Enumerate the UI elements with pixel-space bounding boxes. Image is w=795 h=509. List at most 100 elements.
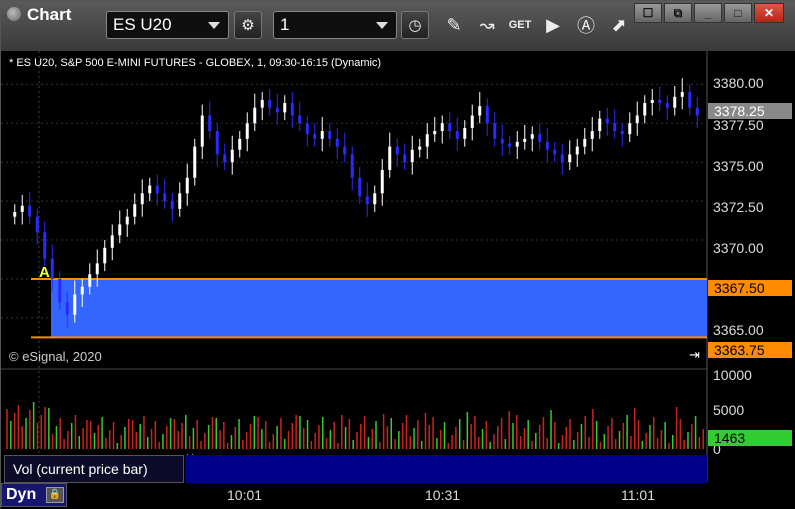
maximize-button[interactable]: □ (724, 3, 752, 23)
candle-body (440, 123, 444, 132)
candle-body (110, 235, 114, 248)
restore-icon: ⧉ (673, 5, 683, 20)
candle-body (410, 149, 414, 163)
candle-body (305, 123, 309, 135)
link-button[interactable]: ⬈ (605, 11, 633, 39)
candle-body (58, 278, 62, 303)
candle-body (658, 99, 662, 104)
price-zone (51, 278, 707, 338)
time-label: 11:01 (621, 487, 655, 503)
candle-body (568, 154, 572, 163)
candle-body (350, 154, 354, 178)
candle-body (560, 154, 564, 163)
time-label: 10:01 (227, 487, 263, 503)
copyright: © eSignal, 2020 (9, 349, 102, 364)
candle-body (193, 146, 197, 178)
candle-body (163, 193, 167, 202)
current-volume-tag: 1463 (708, 430, 792, 446)
volume-legend[interactable]: Vol (current price bar)✕ (4, 451, 195, 483)
candle-body (515, 141, 519, 147)
lock-icon[interactable]: 🔒 (46, 487, 64, 503)
candle-body (223, 154, 227, 163)
candle-body (298, 115, 302, 124)
candle-body (433, 131, 437, 135)
candle-body (35, 216, 39, 233)
candle-body (665, 103, 669, 108)
candle-body (613, 123, 617, 132)
candle-body (208, 115, 212, 132)
settings-button[interactable]: ⚙ (234, 11, 262, 39)
window-title-text: Chart (27, 5, 72, 24)
candle-body (373, 193, 377, 205)
play-button[interactable]: ▶ (539, 11, 567, 39)
candle-body (343, 146, 347, 155)
scroll-to-end-icon[interactable]: ⇥ (689, 347, 700, 363)
candle-body (148, 185, 152, 194)
candle-body (253, 107, 257, 124)
symbol-selector[interactable]: ES U20 (106, 11, 229, 39)
candle-body (103, 247, 107, 264)
interval-selector[interactable]: 1 (273, 11, 397, 39)
candle-body (215, 131, 219, 155)
marker-label: A (39, 264, 50, 281)
candle-body (403, 154, 407, 163)
clock-icon: ◷ (408, 17, 422, 34)
candle-body (365, 196, 369, 205)
price-tick: 3372.50 (713, 199, 764, 215)
candle-body (50, 258, 54, 279)
dynamic-mode-label: Dyn (6, 486, 37, 503)
candle-body (245, 123, 249, 139)
candle-body (605, 118, 609, 124)
pin-button[interactable]: ☐ (634, 3, 662, 23)
zone-low-tag: 3363.75 (708, 342, 792, 358)
candle-body (650, 99, 654, 104)
price-tick: 3370.00 (713, 240, 764, 256)
minimize-icon: _ (704, 6, 712, 20)
candle-body (523, 138, 527, 142)
gear-icon: ⚙ (241, 17, 255, 34)
candle-body (230, 149, 234, 163)
candle-body (335, 138, 339, 147)
time-button[interactable]: ◷ (401, 11, 429, 39)
candle-body (313, 134, 317, 139)
get-button[interactable]: GET (506, 11, 534, 39)
candle-body (380, 169, 384, 194)
candle-body (268, 99, 272, 108)
interval-value: 1 (280, 15, 290, 34)
close-button[interactable]: ✕ (754, 3, 784, 23)
pen-icon: ✎ (446, 14, 462, 35)
alert-icon: Ⓐ (577, 16, 595, 36)
candle-body (493, 123, 497, 139)
candle-body (185, 177, 189, 194)
candle-body (620, 131, 624, 135)
volume-legend-text: Vol (current price bar) (13, 461, 148, 477)
candle-body (395, 146, 399, 155)
alert-button[interactable]: Ⓐ (572, 11, 600, 39)
candle-body (73, 294, 77, 315)
candle-body (43, 232, 47, 259)
price-tick: 3365.00 (713, 322, 764, 338)
price-chart-svg[interactable]: A (1, 51, 795, 509)
chart-window: Chart ES U20 ⚙ 1 ◷ ✎ ↝ GET ▶ Ⓐ ⬈ ☐ ⧉ _ □… (0, 0, 795, 509)
candle-body (13, 212, 17, 217)
volume-panel-footer (185, 455, 707, 483)
zone-high-tag: 3367.50 (708, 280, 792, 296)
candle-body (425, 134, 429, 147)
restore-down-button[interactable]: ⧉ (664, 3, 692, 23)
chart-area[interactable]: A * ES U20, S&P 500 E-MINI FUTURES - GLO… (1, 51, 795, 509)
price-tick: 3380.00 (713, 75, 764, 91)
dynamic-mode-button[interactable]: Dyn 🔒 (1, 483, 67, 507)
candle-body (598, 118, 602, 132)
candle-body (470, 115, 474, 128)
studies-button[interactable]: ↝ (473, 11, 501, 39)
candle-body (320, 131, 324, 139)
maximize-icon: □ (734, 6, 742, 20)
candle-body (680, 92, 684, 97)
candle-body (118, 224, 122, 236)
candle-body (695, 107, 699, 116)
candle-body (238, 138, 242, 150)
minimize-button[interactable]: _ (694, 3, 722, 23)
draw-pen-button[interactable]: ✎ (440, 11, 468, 39)
candle-body (178, 193, 182, 209)
studies-icon: ↝ (479, 14, 495, 35)
